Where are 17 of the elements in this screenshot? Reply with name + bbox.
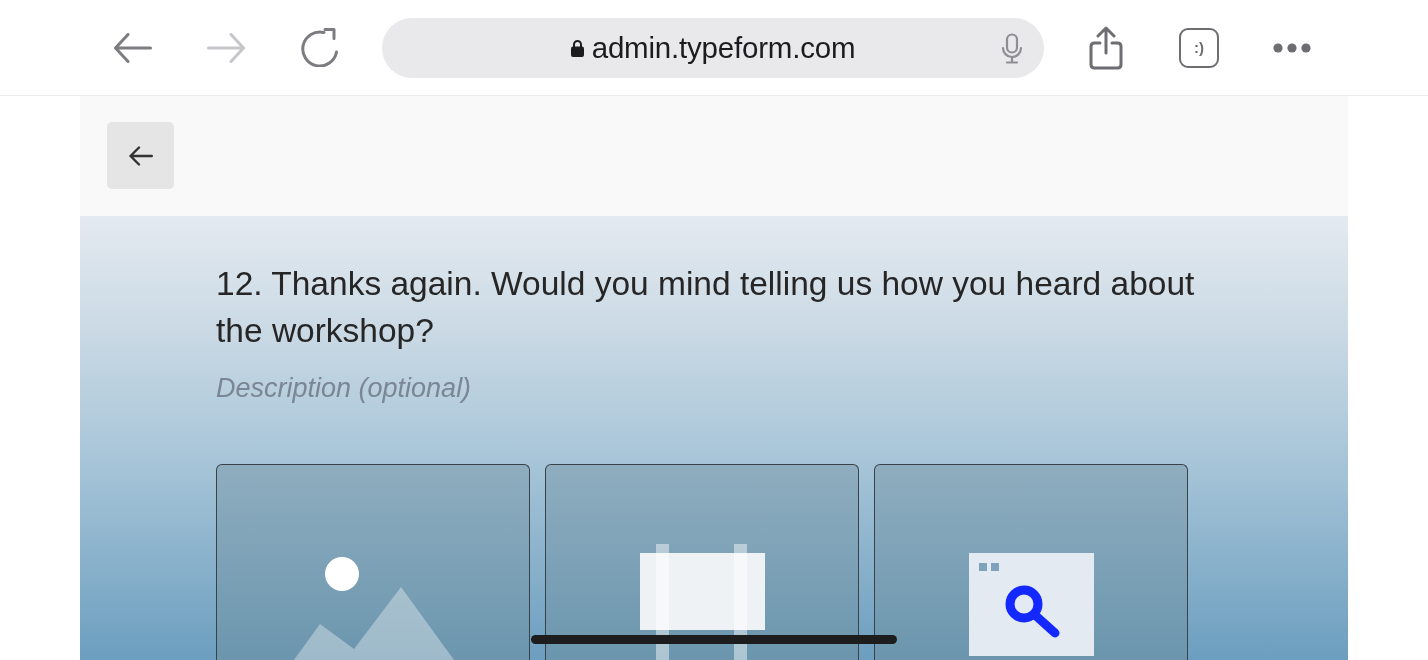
more-icon (1273, 42, 1311, 53)
arrow-right-icon (207, 32, 245, 63)
arrow-left-icon (128, 145, 153, 166)
browser-search-icon (969, 553, 1094, 656)
choice-card[interactable] (545, 464, 859, 660)
billboard-icon (640, 544, 765, 660)
address-field[interactable]: admin.typeform.com (382, 17, 1044, 78)
reload-icon (299, 28, 339, 67)
question-title: 12. Thanks again. Would you mind telling us how you heard about the workshop? (216, 264, 1196, 351)
choice-card[interactable] (874, 464, 1188, 660)
arrow-left-icon (114, 32, 152, 63)
tabs-button[interactable]: :) (1179, 27, 1219, 68)
description-field[interactable]: Description (optional) (216, 371, 516, 405)
share-icon (1088, 25, 1124, 70)
microphone-icon[interactable] (1001, 32, 1023, 64)
landscape-picture-icon (294, 557, 454, 660)
back-button[interactable] (107, 122, 174, 189)
